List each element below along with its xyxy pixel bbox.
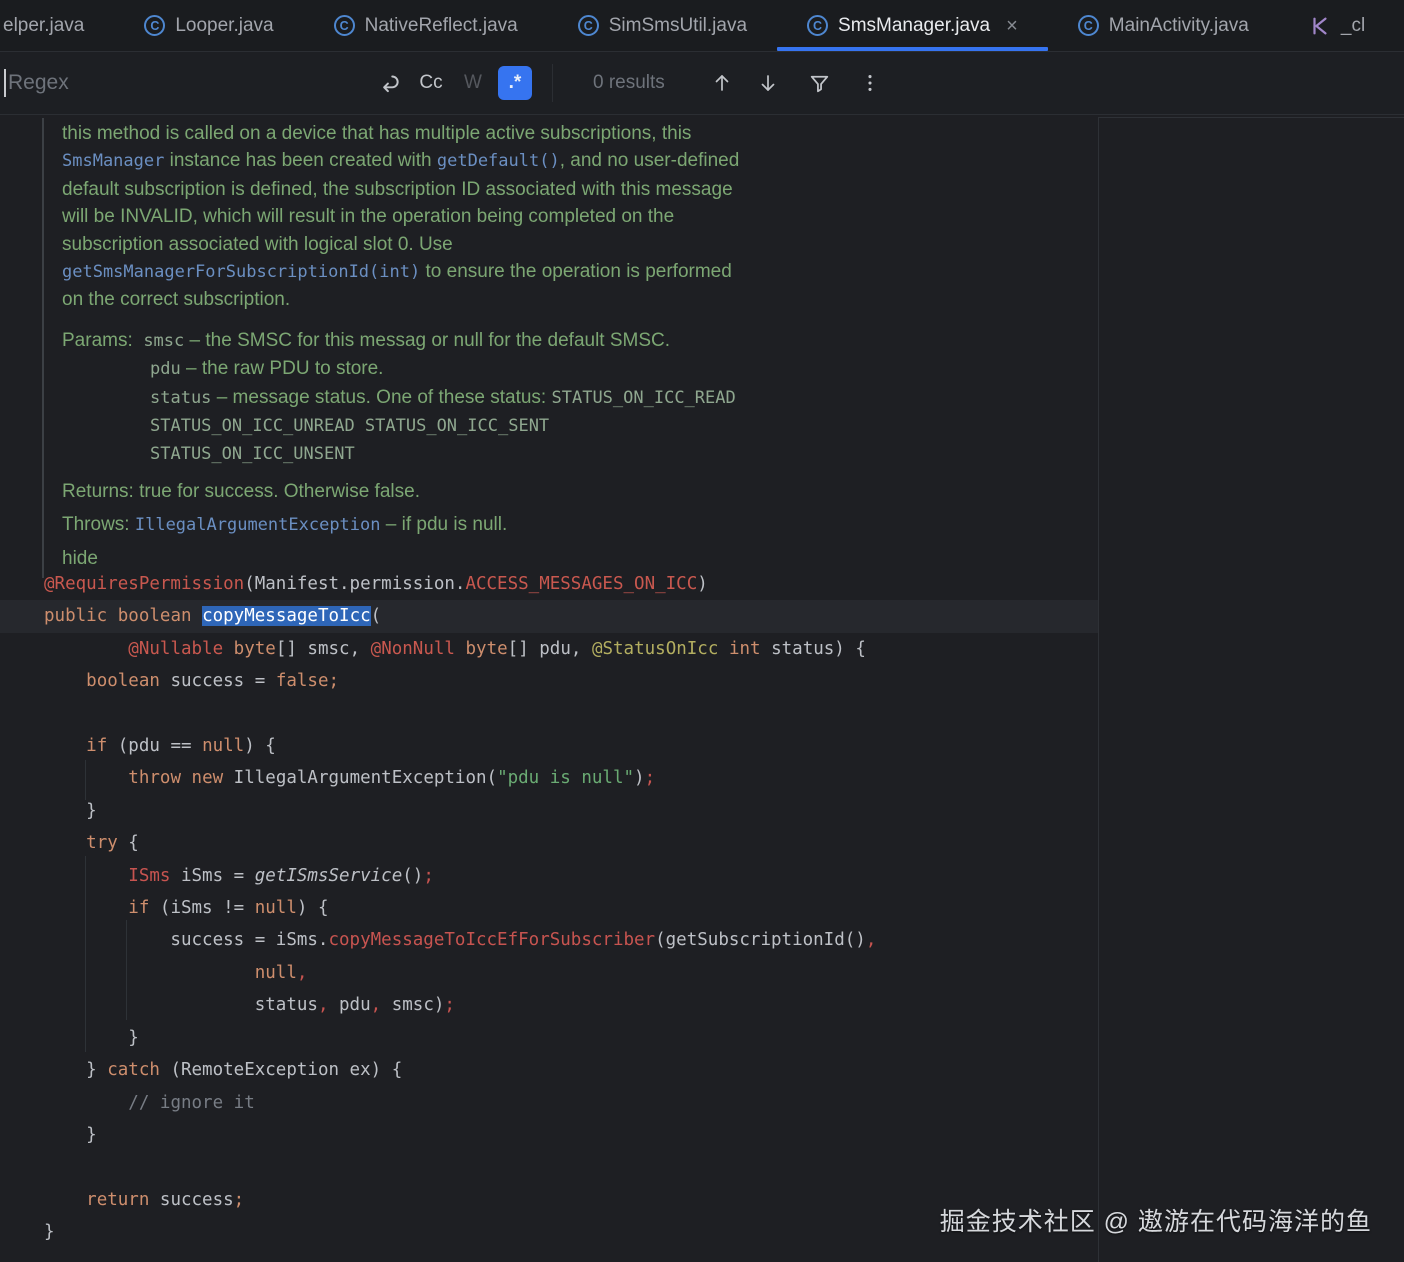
search-input[interactable]: Regex [0, 52, 372, 114]
doc-line: Throws: IllegalArgumentException – if pd… [44, 511, 739, 539]
hide-doc-link[interactable]: hide [62, 548, 98, 569]
code-line: } [0, 1022, 1098, 1054]
tab-label: MainActivity.java [1109, 15, 1249, 37]
rendered-doc-comment: this method is called on a device that h… [42, 118, 739, 578]
code-line: success = iSms.copyMessageToIccEfForSubs… [0, 924, 1098, 956]
code-line: if (pdu == null) { [0, 730, 1098, 762]
code-line: public boolean copyMessageToIcc( [0, 600, 1098, 632]
code-line: ISms iSms = getISmsService(); [0, 860, 1098, 892]
code-line: return success; [0, 1184, 1098, 1216]
divider [552, 64, 553, 102]
code-line: if (iSms != null) { [0, 892, 1098, 924]
tab-nativereflect-java[interactable]: C NativeReflect.java [304, 0, 548, 51]
previous-match-button[interactable] [707, 68, 737, 98]
kotlin-file-icon [1309, 15, 1331, 37]
tab-label: NativeReflect.java [365, 15, 518, 37]
code-line: status, pdu, smsc); [0, 989, 1098, 1021]
code-line: boolean success = false; [0, 665, 1098, 697]
close-tab-icon[interactable]: × [1006, 16, 1018, 36]
doc-line: STATUS_ON_ICC_UNSENT [44, 440, 739, 468]
secondary-editor-pane[interactable] [1098, 117, 1404, 1262]
class-file-icon: C [334, 15, 355, 36]
results-count: 0 results [593, 72, 665, 94]
code-line: } catch (RemoteException ex) { [0, 1054, 1098, 1086]
doc-line: Returns: true for success. Otherwise fal… [44, 478, 739, 505]
code-line: } [0, 1119, 1098, 1151]
code-line: throw new IllegalArgumentException("pdu … [0, 762, 1098, 794]
ide-window: elper.java C Looper.java C NativeReflect.jav… [0, 0, 1404, 1262]
indent-guide [85, 856, 86, 1052]
doc-line: on the correct subscription. [44, 286, 739, 313]
doc-line: getSmsManagerForSubscriptionId(int) to e… [44, 258, 739, 286]
tab-label: SmsManager.java [838, 15, 990, 37]
class-file-icon: C [578, 15, 599, 36]
code-line: try { [0, 827, 1098, 859]
whole-words-toggle[interactable]: W [456, 66, 490, 100]
editor-tab-bar: elper.java C Looper.java C NativeReflect.jav… [0, 0, 1404, 52]
selected-text: copyMessageToIcc [202, 606, 371, 626]
tab-smsmanager-java[interactable]: C SmsManager.java × [777, 0, 1048, 51]
code-line: null, [0, 957, 1098, 989]
class-file-icon: C [1078, 15, 1099, 36]
tab-elper-java[interactable]: elper.java [0, 0, 114, 51]
doc-line: default subscription is defined, the sub… [44, 176, 739, 203]
tab-mainactivity-java[interactable]: C MainActivity.java [1048, 0, 1279, 51]
watermark-text: 掘金技术社区 @ 遨游在代码海洋的鱼 [940, 1202, 1372, 1238]
doc-line: subscription associated with logical slo… [44, 231, 739, 258]
tab-label: SimSmsUtil.java [609, 15, 747, 37]
tab-label: elper.java [3, 15, 84, 37]
code-line [0, 698, 1098, 730]
class-file-icon: C [144, 15, 165, 36]
text-caret [4, 69, 6, 97]
search-placeholder: Regex [8, 71, 69, 95]
code-editor[interactable]: this method is called on a device that h… [0, 115, 1404, 1262]
tab-simsmsutil-java[interactable]: C SimSmsUtil.java [548, 0, 777, 51]
code-line: } [0, 1216, 1098, 1248]
code-line: @RequiresPermission(Manifest.permission.… [0, 568, 1098, 600]
match-case-toggle[interactable]: Cc [414, 66, 448, 100]
code-line: } [0, 795, 1098, 827]
tab-label: _cl [1341, 15, 1365, 37]
doc-line: this method is called on a device that h… [44, 120, 739, 147]
tab-label: Looper.java [175, 15, 273, 37]
find-bar: Regex Cc W .* 0 results [0, 52, 1404, 115]
doc-line: pdu – the raw PDU to store. [44, 355, 739, 383]
tab--cl[interactable]: _cl [1279, 0, 1395, 51]
code-line: @Nullable byte[] smsc, @NonNull byte[] p… [0, 633, 1098, 665]
doc-line: status – message status. One of these st… [44, 384, 739, 412]
newline-icon[interactable] [372, 66, 406, 100]
more-options-icon[interactable] [855, 68, 885, 98]
doc-line: will be INVALID, which will result in th… [44, 203, 739, 230]
regex-toggle[interactable]: .* [498, 66, 532, 100]
code-line [0, 1151, 1098, 1183]
doc-line: SmsManager instance has been created wit… [44, 147, 739, 175]
doc-line: Params: smsc – the SMSC for this messag … [44, 327, 739, 355]
doc-line: STATUS_ON_ICC_UNREAD STATUS_ON_ICC_SENT [44, 412, 739, 440]
next-match-button[interactable] [753, 68, 783, 98]
code-area: @RequiresPermission(Manifest.permission.… [0, 568, 1098, 1249]
class-file-icon: C [807, 15, 828, 36]
indent-guide [85, 760, 86, 800]
indent-guide [126, 920, 127, 1020]
filter-icon[interactable] [805, 68, 835, 98]
code-line: // ignore it [0, 1087, 1098, 1119]
tab-looper-java[interactable]: C Looper.java [114, 0, 303, 51]
